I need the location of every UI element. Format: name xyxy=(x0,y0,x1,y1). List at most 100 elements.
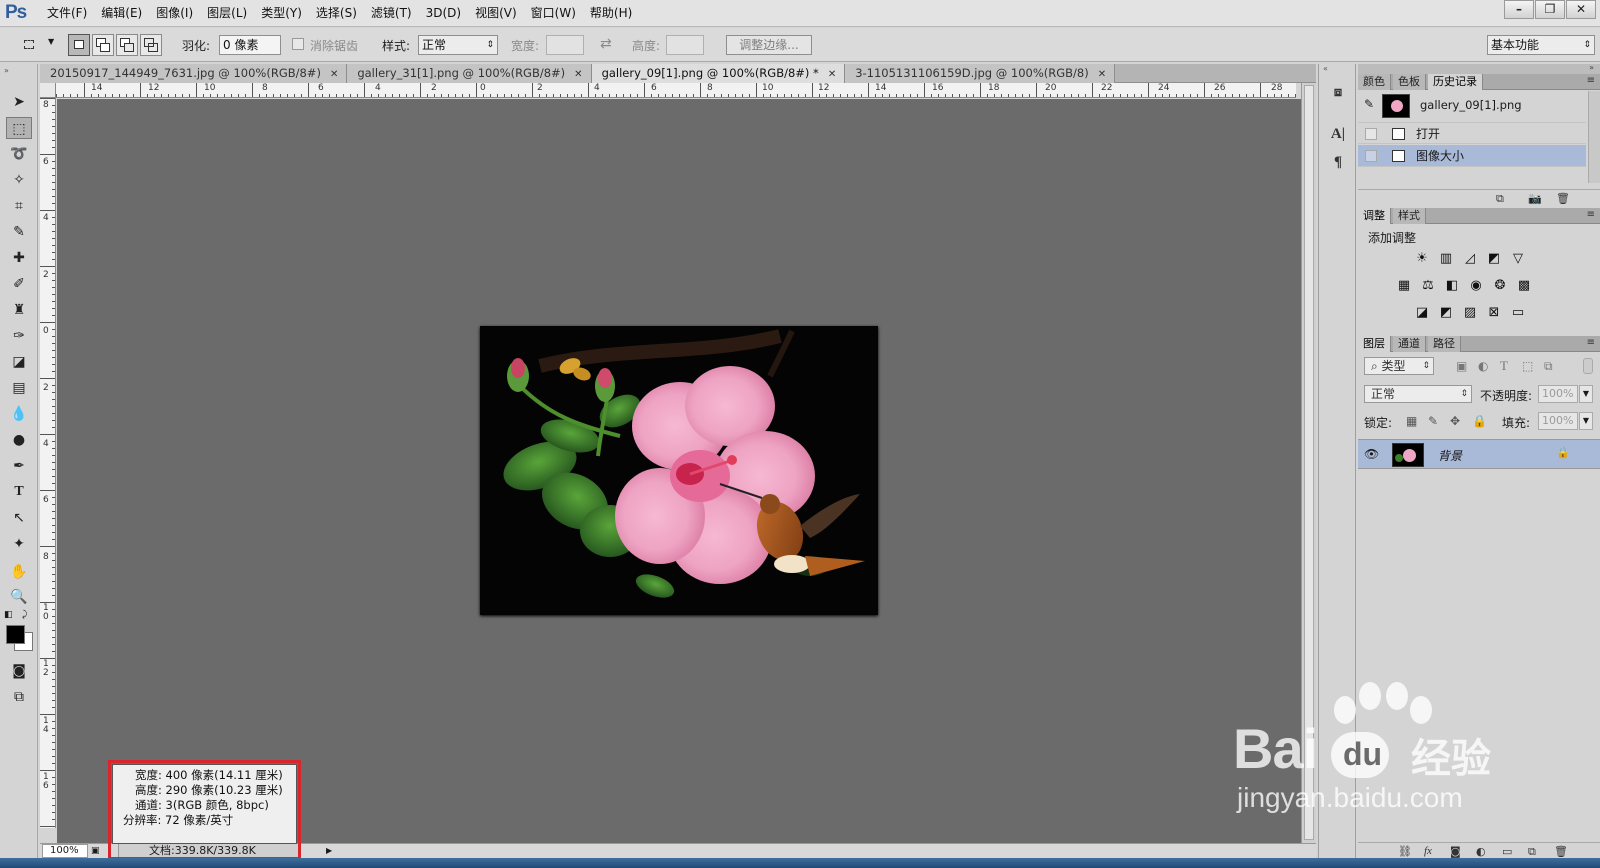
menu-image[interactable]: 图像(I) xyxy=(149,0,200,27)
selective-color-icon[interactable]: ⊠ xyxy=(1486,305,1502,321)
shape-tool-icon[interactable]: ✦ xyxy=(6,533,32,555)
opacity-input[interactable]: 100% xyxy=(1538,385,1578,403)
history-item[interactable]: 打开 xyxy=(1358,122,1586,144)
opacity-dropdown[interactable]: ▼ xyxy=(1579,385,1593,403)
height-input[interactable] xyxy=(666,35,704,55)
close-tab-icon[interactable]: ✕ xyxy=(1098,69,1106,80)
camera-icon[interactable]: 📷 xyxy=(1528,192,1542,205)
tab-color[interactable]: 颜色 xyxy=(1358,74,1391,90)
vibrance-icon[interactable]: ▽ xyxy=(1510,251,1526,267)
foreground-color-swatch[interactable] xyxy=(6,625,25,644)
tab-document-1[interactable]: 20150917_144949_7631.jpg @ 100%(RGB/8#) ✕ xyxy=(40,64,348,83)
subtract-selection-button[interactable] xyxy=(116,34,138,56)
black-white-icon[interactable]: ◧ xyxy=(1444,278,1460,294)
type-tool-icon[interactable]: T xyxy=(6,481,32,503)
tab-adjustments[interactable]: 调整 xyxy=(1358,208,1391,224)
quick-selection-tool-icon[interactable]: ✧ xyxy=(6,169,32,191)
close-tab-icon[interactable]: ✕ xyxy=(828,69,836,80)
document-image[interactable] xyxy=(480,326,878,615)
tab-document-4[interactable]: 3-1105131106159D.jpg @ 100%(RGB/8) ✕ xyxy=(845,64,1116,83)
invert-icon[interactable]: ◪ xyxy=(1414,305,1430,321)
collapse-arrows-icon[interactable]: » xyxy=(1589,63,1594,72)
smart-object-filter-icon[interactable]: ⧉ xyxy=(1544,359,1553,374)
collapse-arrows-icon[interactable]: » xyxy=(4,66,9,75)
style-select[interactable]: 正常 ⇕ xyxy=(418,35,498,55)
color-balance-icon[interactable]: ⚖ xyxy=(1420,278,1436,294)
tab-paths[interactable]: 路径 xyxy=(1428,336,1461,352)
color-lookup-icon[interactable]: ▩ xyxy=(1516,278,1532,294)
default-colors-icon[interactable]: ◧ xyxy=(4,610,13,620)
fill-input[interactable]: 100% xyxy=(1538,412,1578,430)
lasso-tool-icon[interactable]: ➰ xyxy=(6,143,32,165)
status-info-icon[interactable]: ▣ xyxy=(91,846,100,856)
close-button[interactable]: ✕ xyxy=(1566,0,1596,19)
refine-edge-button[interactable]: 调整边缘... xyxy=(726,35,812,55)
lock-position-icon[interactable]: ✥ xyxy=(1450,414,1460,428)
crop-tool-icon[interactable]: ⌗ xyxy=(6,195,32,217)
menu-layer[interactable]: 图层(L) xyxy=(200,0,254,27)
eye-icon[interactable]: 👁 xyxy=(1364,447,1379,461)
adjustment-layer-icon[interactable]: ◐ xyxy=(1476,845,1486,858)
play-arrow-icon[interactable]: ▶ xyxy=(326,846,332,855)
menu-help[interactable]: 帮助(H) xyxy=(583,0,639,27)
swap-icon[interactable]: ⇄ xyxy=(600,36,612,52)
tab-document-2[interactable]: gallery_31[1].png @ 100%(RGB/8#) ✕ xyxy=(347,64,592,83)
layer-row[interactable]: 👁 背景 🔒 xyxy=(1358,439,1600,469)
screen-mode-icon[interactable]: ⧉ xyxy=(6,686,32,708)
gradient-tool-icon[interactable]: ▤ xyxy=(6,377,32,399)
history-item[interactable]: 图像大小 xyxy=(1358,145,1586,167)
paragraph-panel-icon[interactable]: ¶ xyxy=(1328,154,1348,174)
add-selection-button[interactable] xyxy=(92,34,114,56)
intersect-selection-button[interactable] xyxy=(140,34,162,56)
pixel-filter-icon[interactable]: ▣ xyxy=(1456,359,1467,373)
link-layers-icon[interactable]: ⛓ xyxy=(1398,845,1412,858)
scrollbar-thumb[interactable] xyxy=(1304,85,1314,840)
marquee-preset-button[interactable]: ▼ xyxy=(20,34,54,56)
eraser-tool-icon[interactable]: ◪ xyxy=(6,351,32,373)
posterize-icon[interactable]: ◩ xyxy=(1438,305,1454,321)
menu-window[interactable]: 窗口(W) xyxy=(524,0,583,27)
gradient-map-icon[interactable]: ▭ xyxy=(1510,305,1526,321)
lock-pixels-icon[interactable]: ✎ xyxy=(1428,414,1438,428)
antialias-checkbox[interactable] xyxy=(292,38,304,50)
adjustment-filter-icon[interactable]: ◐ xyxy=(1478,359,1488,373)
blend-mode-select[interactable]: 正常 ⇕ xyxy=(1364,385,1472,403)
curves-icon[interactable]: ◿ xyxy=(1462,251,1478,267)
3d-panel-icon[interactable]: ⧈ xyxy=(1328,84,1348,104)
zoom-level-input[interactable]: 100% xyxy=(42,844,88,858)
filter-toggle[interactable] xyxy=(1583,358,1593,374)
fill-dropdown[interactable]: ▼ xyxy=(1579,412,1593,430)
dodge-tool-icon[interactable]: ● xyxy=(6,429,32,451)
menu-filter[interactable]: 滤镜(T) xyxy=(364,0,419,27)
tab-layers[interactable]: 图层 xyxy=(1358,336,1391,352)
menu-3d[interactable]: 3D(D) xyxy=(419,0,468,27)
photo-filter-icon[interactable]: ◉ xyxy=(1468,278,1484,294)
minimize-button[interactable]: – xyxy=(1504,0,1534,19)
levels-icon[interactable]: ▥ xyxy=(1438,251,1454,267)
snapshot-thumbnail[interactable] xyxy=(1382,94,1410,118)
layer-mask-icon[interactable]: ◙ xyxy=(1450,845,1461,858)
lock-all-icon[interactable]: 🔒 xyxy=(1472,414,1487,428)
brush-icon[interactable]: ✎ xyxy=(1364,97,1374,111)
rectangular-marquee-tool-icon[interactable]: ⬚ xyxy=(6,117,32,139)
swap-colors-icon[interactable]: ⤸ xyxy=(22,610,27,620)
brush-tool-icon[interactable]: ✐ xyxy=(6,273,32,295)
vertical-scrollbar[interactable] xyxy=(1301,83,1316,843)
width-input[interactable] xyxy=(546,35,584,55)
trash-icon[interactable]: 🗑 xyxy=(1556,192,1570,205)
menu-view[interactable]: 视图(V) xyxy=(468,0,524,27)
threshold-icon[interactable]: ▨ xyxy=(1462,305,1478,321)
path-selection-tool-icon[interactable]: ↖ xyxy=(6,507,32,529)
tab-channels[interactable]: 通道 xyxy=(1393,336,1426,352)
brightness-icon[interactable]: ☀ xyxy=(1414,251,1430,267)
menu-type[interactable]: 类型(Y) xyxy=(254,0,309,27)
ruler-origin[interactable] xyxy=(40,83,56,98)
panel-menu-icon[interactable]: ≡ xyxy=(1587,209,1595,220)
tab-swatches[interactable]: 色板 xyxy=(1393,74,1426,90)
pen-tool-icon[interactable]: ✒ xyxy=(6,455,32,477)
history-scrollbar[interactable] xyxy=(1588,91,1600,183)
close-tab-icon[interactable]: ✕ xyxy=(330,69,338,80)
vertical-ruler[interactable]: 8 6 4 2 0 2 4 6 8 10 12 14 16 xyxy=(40,98,56,828)
channel-mixer-icon[interactable]: ❂ xyxy=(1492,278,1508,294)
type-filter-icon[interactable]: T xyxy=(1500,358,1508,374)
